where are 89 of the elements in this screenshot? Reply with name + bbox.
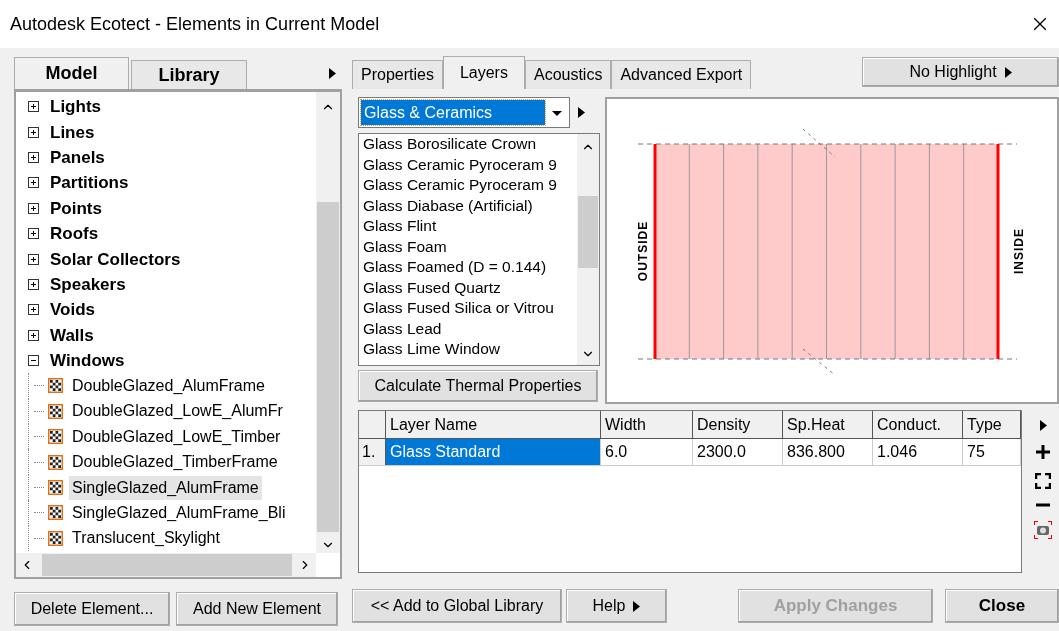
- add-layer-icon[interactable]: [1036, 445, 1050, 459]
- inside-label: INSIDE: [1012, 228, 1026, 274]
- window-element-icon: [48, 378, 63, 394]
- material-list-item[interactable]: Glass Fused Quartz: [363, 277, 577, 298]
- tree-item[interactable]: Points: [50, 199, 102, 217]
- tree-item[interactable]: Translucent_Skylight: [69, 526, 223, 551]
- arrow-right-icon[interactable]: [1039, 420, 1047, 431]
- fit-view-icon[interactable]: [1035, 473, 1051, 489]
- tree-item[interactable]: Lines: [50, 123, 95, 141]
- material-list-item[interactable]: Glass Ceramic Pyroceram 9: [363, 154, 577, 175]
- window-element-icon: [48, 480, 63, 496]
- window-element-icon: [48, 530, 63, 546]
- material-list-item[interactable]: Glass Fused Silica or Vitrou: [363, 298, 577, 319]
- expand-icon[interactable]: [28, 304, 39, 316]
- tab[interactable]: Library: [131, 60, 247, 89]
- action-button[interactable]: Add New Element: [176, 592, 338, 626]
- tree-item[interactable]: Windows: [50, 352, 125, 370]
- table-cell: 6.0: [601, 439, 693, 465]
- material-dropdown[interactable]: Glass & Ceramics: [358, 97, 570, 128]
- column-header[interactable]: Type: [963, 411, 1021, 438]
- expand-icon[interactable]: [28, 101, 39, 113]
- table-cell: 2300.0: [693, 439, 783, 465]
- column-header[interactable]: Layer Name: [386, 411, 601, 438]
- window-element-icon: [48, 454, 63, 470]
- expand-icon[interactable]: [28, 228, 39, 240]
- tab[interactable]: Advanced Export: [611, 60, 752, 89]
- scrollbar[interactable]: [316, 92, 340, 553]
- material-list-item[interactable]: Glass Lime Window: [363, 339, 577, 360]
- expand-icon[interactable]: [28, 253, 39, 265]
- calculate-button[interactable]: Calculate Thermal Properties: [358, 370, 598, 402]
- tree-item[interactable]: DoubleGlazed_AlumFrame: [69, 374, 268, 398]
- column-header[interactable]: Width: [601, 411, 693, 438]
- table-cell: 1.046: [873, 439, 963, 465]
- tree-item[interactable]: SingleGlazed_AlumFrame: [69, 475, 262, 500]
- action-button[interactable]: Close: [945, 589, 1059, 623]
- tab[interactable]: Model: [14, 57, 129, 89]
- expand-icon[interactable]: [28, 177, 39, 189]
- material-list-item[interactable]: Glass Diabase (Artificial): [363, 195, 577, 216]
- tab[interactable]: Acoustics: [524, 60, 612, 89]
- material-list-item[interactable]: Glass Foam: [363, 236, 577, 257]
- action-button[interactable]: Help: [566, 589, 667, 623]
- arrow-right-icon[interactable]: [329, 67, 336, 79]
- tree-item[interactable]: SingleGlazed_AlumFrame_Bli: [69, 500, 289, 525]
- expand-icon[interactable]: [28, 151, 39, 163]
- column-header[interactable]: Density: [693, 411, 783, 438]
- arrow-right-icon[interactable]: [578, 107, 585, 118]
- tree-item[interactable]: Speakers: [50, 275, 126, 293]
- caret-icon[interactable]: [633, 600, 641, 612]
- tree-item[interactable]: Walls: [50, 326, 94, 344]
- remove-layer-icon[interactable]: [1036, 503, 1050, 507]
- column-header[interactable]: Conduct.: [873, 411, 963, 438]
- material-list-item[interactable]: Glass Lead: [363, 318, 577, 339]
- window-element-icon: [48, 429, 63, 445]
- tree-item[interactable]: DoubleGlazed_LowE_AlumFr: [69, 399, 286, 424]
- collapse-icon[interactable]: [28, 355, 39, 367]
- material-list-item[interactable]: Glass Ceramic Pyroceram 9: [363, 175, 577, 196]
- column-header[interactable]: Sp.Heat: [783, 411, 873, 438]
- tree-item[interactable]: Roofs: [50, 225, 99, 243]
- action-button[interactable]: << Add to Global Library: [352, 589, 562, 623]
- table-cell: Glass Standard: [386, 439, 601, 465]
- expand-icon[interactable]: [28, 126, 39, 138]
- table-cell: 75: [963, 439, 1021, 465]
- material-list-item[interactable]: Glass Borosilicate Crown: [363, 134, 577, 155]
- highlight-button[interactable]: No Highlight: [862, 57, 1059, 87]
- tree-item[interactable]: DoubleGlazed_TimberFrame: [69, 450, 281, 475]
- tree-item[interactable]: Solar Collectors: [50, 250, 181, 268]
- expand-icon[interactable]: [28, 202, 39, 214]
- tab[interactable]: Layers: [442, 56, 525, 89]
- tree-item[interactable]: Partitions: [50, 174, 129, 192]
- window-title: Autodesk Ecotect - Elements in Current Model: [10, 12, 380, 36]
- camera-icon[interactable]: [1034, 521, 1052, 539]
- tab[interactable]: Properties: [352, 60, 443, 89]
- expand-icon[interactable]: [28, 329, 39, 341]
- scrollbar[interactable]: [577, 134, 599, 365]
- window-element-icon: [48, 505, 63, 521]
- caret-icon[interactable]: [1004, 66, 1012, 78]
- tree-item[interactable]: Panels: [50, 148, 105, 166]
- outside-label: OUTSIDE: [636, 220, 650, 282]
- row-number: 1.: [359, 439, 386, 465]
- material-list-item[interactable]: Glass Flint: [363, 216, 577, 237]
- material-list-item[interactable]: Glass Foamed (D = 0.144): [363, 257, 577, 278]
- scrollbar[interactable]: [16, 553, 316, 577]
- tree-item[interactable]: Lights: [50, 98, 101, 116]
- action-button[interactable]: Delete Element...: [14, 592, 170, 626]
- expand-icon[interactable]: [28, 278, 39, 290]
- tree-item[interactable]: DoubleGlazed_LowE_Timber: [69, 424, 284, 449]
- window-element-icon: [48, 403, 63, 419]
- tree-item[interactable]: Voids: [50, 301, 96, 319]
- table-cell: 836.800: [783, 439, 873, 465]
